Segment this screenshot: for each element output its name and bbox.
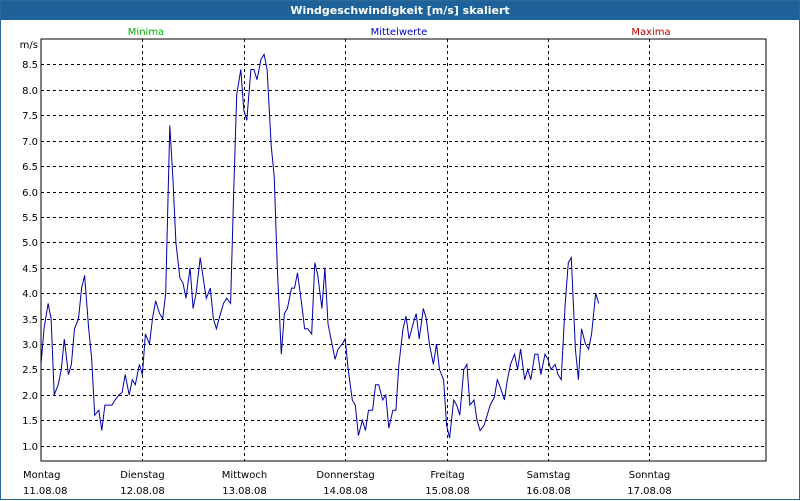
x-tick-day-label: Dienstag	[120, 470, 165, 481]
chart-window: Windgeschwindigkeit [m/s] skaliert 1.0 1.…	[0, 0, 800, 500]
x-tick-date-label: 16.08.08	[526, 486, 571, 497]
legend-item-mittelwerte: Mittelwerte	[371, 27, 428, 38]
wind-speed-chart: 1.0 1.5 2.0 2.5 3.0 3.5 4.0 4.5 5.0 5.5 6.0 6.5 7.0 7…	[20, 27, 767, 497]
x-tick-day-label: Donnerstag	[316, 470, 374, 481]
x-tick-day-label: Sonntag	[629, 470, 671, 481]
y-tick-label: 2.5	[22, 365, 38, 376]
y-tick-label: 4.0	[22, 289, 38, 300]
y-axis-unit-label: m/s	[20, 40, 38, 51]
x-tick-date-label: 15.08.08	[425, 486, 470, 497]
x-tick-day-label: Samstag	[527, 470, 571, 481]
y-tick-label: 2.0	[22, 391, 38, 402]
y-tick-label: 6.0	[22, 188, 38, 199]
y-tick-label: 5.0	[22, 238, 38, 249]
y-tick-label: 8.0	[22, 86, 38, 97]
x-tick-date-label: 17.08.08	[627, 486, 672, 497]
x-tick-date-label: 12.08.08	[120, 486, 165, 497]
y-tick-label: 1.0	[22, 442, 38, 453]
legend-item-minima: Minima	[128, 27, 164, 38]
legend-item-maxima: Maxima	[631, 27, 670, 38]
plot-area-frame	[40, 38, 767, 462]
y-tick-label: 3.5	[22, 315, 38, 326]
y-tick-label: 4.5	[22, 264, 38, 275]
y-tick-label: 3.0	[22, 340, 38, 351]
y-tick-label: 8.5	[22, 60, 38, 71]
x-tick-day-label: Freitag	[430, 470, 464, 481]
x-tick-date-label: 14.08.08	[323, 486, 368, 497]
y-tick-label: 5.5	[22, 213, 38, 224]
y-tick-label: 7.5	[22, 111, 38, 122]
x-tick-day-label: Mittwoch	[222, 470, 267, 481]
x-tick-day-label: Montag	[23, 470, 60, 481]
y-tick-label: 6.5	[22, 162, 38, 173]
x-tick-date-label: 11.08.08	[23, 486, 68, 497]
x-tick-date-label: 13.08.08	[222, 486, 267, 497]
y-tick-label: 1.5	[22, 416, 38, 427]
y-tick-label: 7.0	[22, 137, 38, 148]
